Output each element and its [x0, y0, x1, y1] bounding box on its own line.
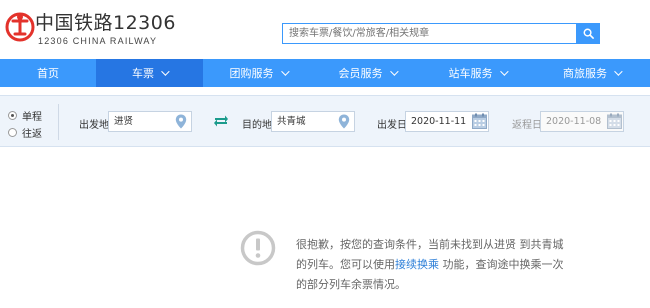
chevron-down-icon — [280, 67, 290, 76]
radio-button[interactable] — [8, 111, 17, 120]
radio-label: 往返 — [22, 129, 42, 140]
radio-button[interactable] — [8, 128, 17, 137]
nav-item-label: 商旅服务 — [563, 67, 607, 80]
message-line: 的列车。您可以使用接续换乘 功能，查询途中换乘一次 — [296, 255, 626, 275]
to-label: 目的地 — [242, 120, 272, 131]
nav-item-business[interactable]: 商旅服务 — [533, 59, 650, 87]
chevron-down-icon — [161, 67, 170, 76]
calendar-icon[interactable] — [472, 113, 487, 129]
calendar-icon[interactable] — [607, 113, 622, 129]
chevron-down-icon — [389, 67, 399, 76]
nav-item-label: 首页 — [37, 67, 59, 80]
search-button[interactable] — [577, 23, 600, 44]
chevron-down-icon — [614, 67, 623, 76]
location-pin-icon[interactable] — [338, 114, 350, 129]
location-pin-icon[interactable] — [175, 114, 187, 129]
nav-item-tickets[interactable]: 车票 — [96, 59, 203, 87]
brand-subtitle: 12306 CHINA RAILWAY — [38, 36, 158, 46]
page: 中国铁路12306 12306 CHINA RAILWAY 首页 车票 团购服务… — [0, 0, 650, 308]
divider — [58, 104, 59, 140]
search-input[interactable] — [282, 23, 577, 44]
search-icon — [583, 28, 594, 39]
message-text: 功能，查询途中换乘一次 — [439, 258, 564, 271]
nav-item-member[interactable]: 会员服务 — [313, 59, 421, 87]
chevron-down-icon — [499, 67, 509, 76]
depart-date-label: 出发日 — [377, 120, 407, 131]
nav-item-station-service[interactable]: 站车服务 — [421, 59, 533, 87]
no-results-message: 很抱歉，按您的查询条件，当前未找到从进贤 到共青城 的列车。您可以使用接续换乘 … — [296, 235, 626, 295]
radio-label: 单程 — [22, 112, 42, 123]
nav-item-group-buying[interactable]: 团购服务 — [203, 59, 313, 87]
nav-item-label: 团购服务 — [229, 67, 274, 80]
query-bar: 单程 往返 出发地 进贤 目的地 共青城 出发日 2020-11-11 返程日 … — [0, 95, 650, 147]
brand-name[interactable]: 中国铁路12306 — [35, 12, 176, 34]
radio-one-way[interactable]: 单程 — [8, 108, 42, 123]
main-nav: 首页 车票 团购服务 会员服务 站车服务 商旅服务 — [0, 59, 650, 87]
nav-item-label: 会员服务 — [338, 67, 383, 80]
message-line: 很抱歉，按您的查询条件，当前未找到从进贤 到共青城 — [296, 238, 564, 251]
nav-item-label: 站车服务 — [448, 67, 493, 80]
nav-item-label: 车票 — [132, 67, 154, 80]
swap-icon[interactable] — [213, 114, 229, 128]
transfer-link[interactable]: 接续换乘 — [395, 258, 439, 271]
nav-item-home[interactable]: 首页 — [0, 59, 96, 87]
header: 中国铁路12306 12306 CHINA RAILWAY — [0, 0, 650, 58]
message-text: 的列车。您可以使用 — [296, 258, 395, 271]
message-line: 的部分列车余票情况。 — [296, 278, 406, 291]
return-date-label: 返程日 — [512, 120, 542, 131]
warning-icon — [240, 230, 276, 266]
from-label: 出发地 — [79, 120, 109, 131]
radio-round-trip[interactable]: 往返 — [8, 125, 42, 140]
